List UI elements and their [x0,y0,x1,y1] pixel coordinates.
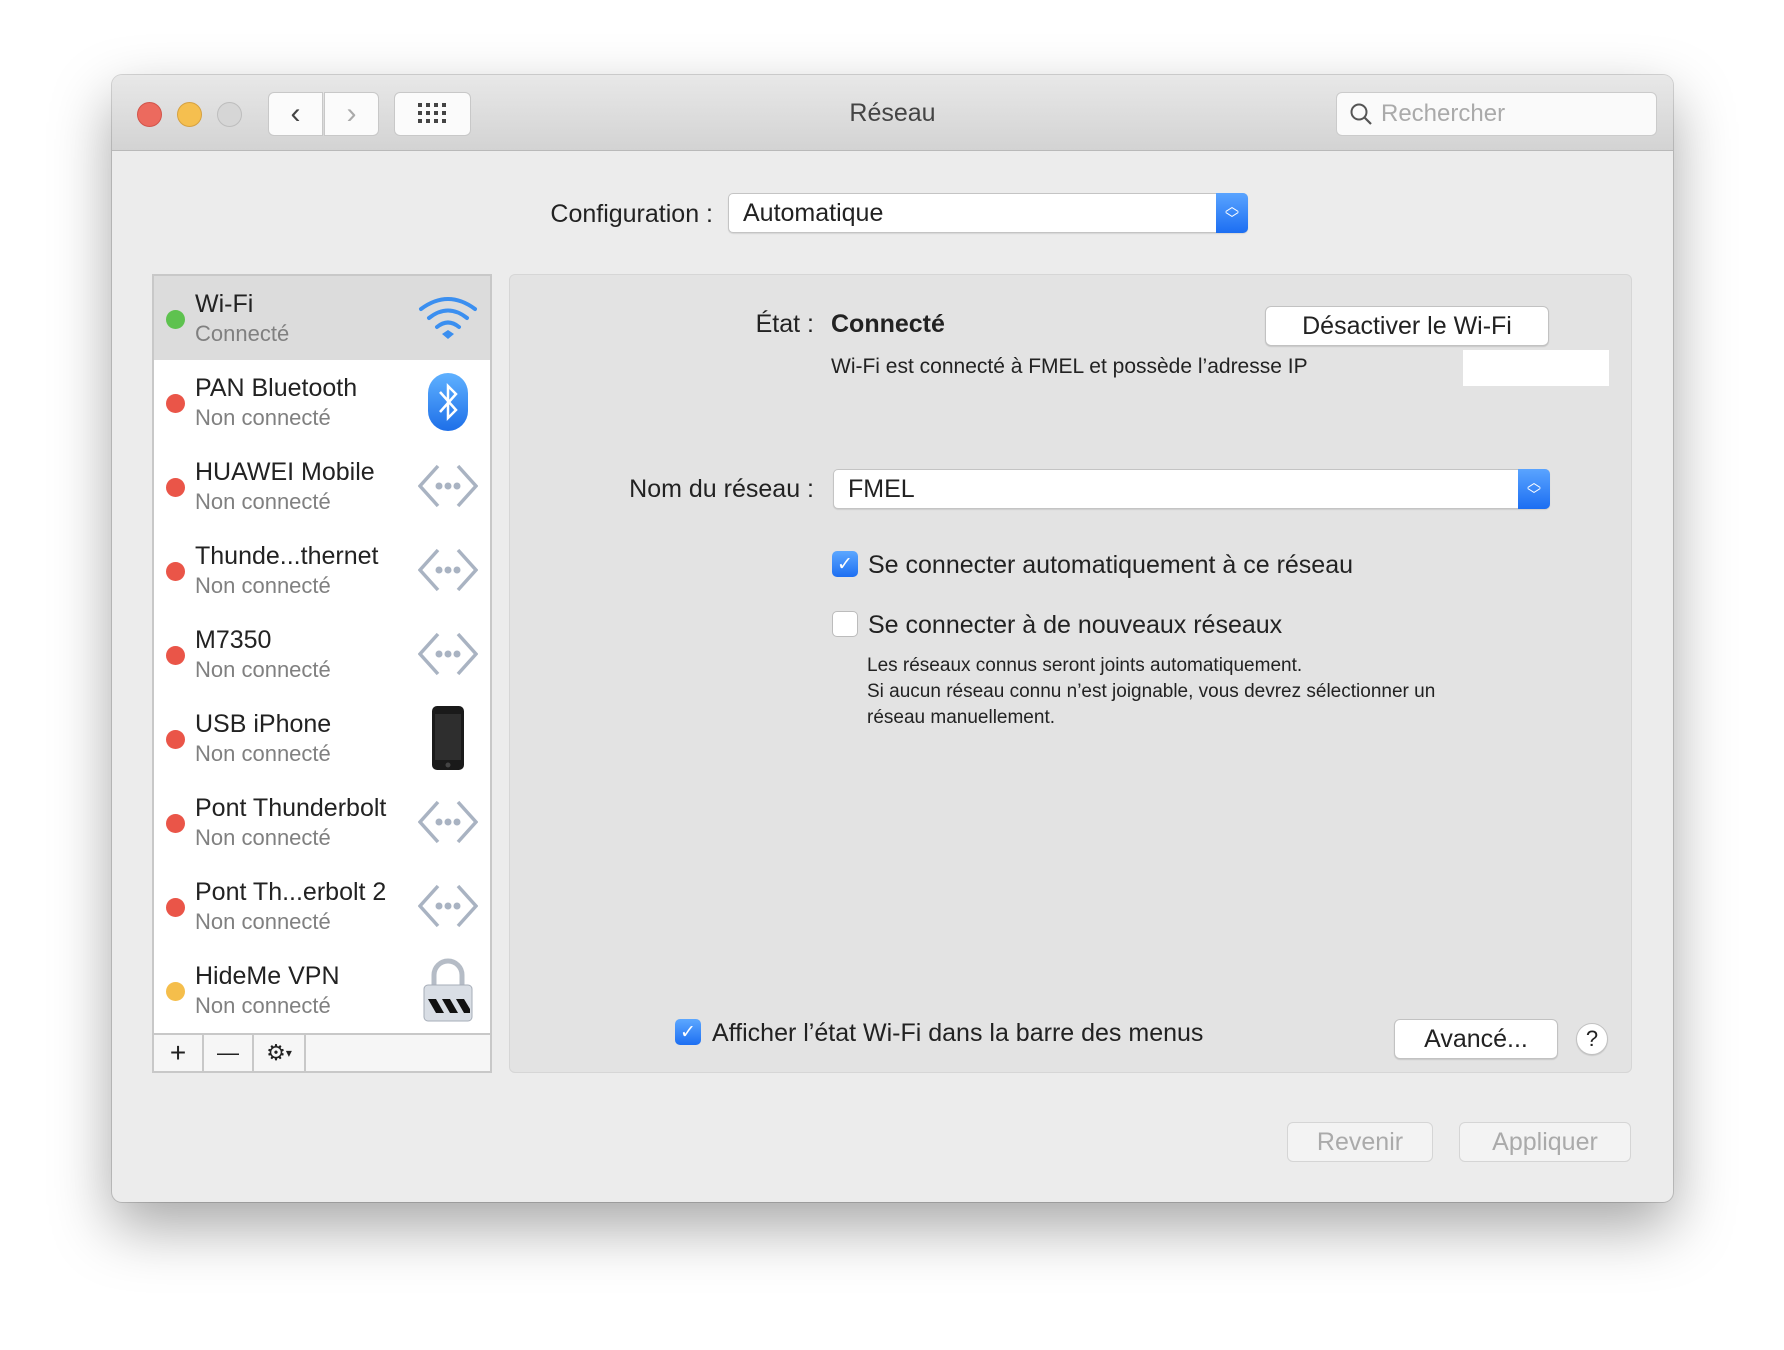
service-item-pont-thunderbolt[interactable]: Pont Thunderbolt Non connecté [154,780,490,864]
help-text-line: Si aucun réseau connu n’est joignable, v… [867,681,1436,702]
status-dot [166,646,185,665]
service-status: Non connecté [195,573,331,598]
network-name-label: Nom du réseau : [629,475,814,503]
vpn-lock-icon [416,958,480,1022]
status-dot [166,730,185,749]
ethernet-icon [416,538,480,602]
add-service-button[interactable]: + [154,1035,204,1071]
checkmark-icon: ✓ [680,1021,696,1043]
service-name: Pont Th...erbolt 2 [195,878,387,906]
service-item-hideme-vpn[interactable]: HideMe VPN Non connecté [154,948,490,1032]
search-icon [1350,103,1372,125]
service-item-usb-iphone[interactable]: USB iPhone Non connecté [154,696,490,780]
service-item-pan-bluetooth[interactable]: PAN Bluetooth Non connecté [154,360,490,444]
auto-join-checkbox[interactable]: ✓ [832,551,858,577]
ask-join-checkbox[interactable] [832,611,858,637]
service-status: Non connecté [195,489,331,514]
status-dot [166,394,185,413]
state-value: Connecté [831,310,945,338]
service-name: M7350 [195,626,272,654]
bluetooth-icon [416,370,480,434]
service-status: Connecté [195,321,290,346]
gear-icon: ⚙ [266,1040,286,1065]
status-dot [166,982,185,1001]
ip-address-redacted [1463,350,1609,386]
service-name: PAN Bluetooth [195,374,358,402]
show-menu-checkbox[interactable]: ✓ [675,1019,701,1045]
help-button[interactable]: ? [1576,1023,1608,1055]
minus-icon: — [217,1040,239,1065]
updown-chevron-icon: ︿ ﹀ [1518,469,1550,509]
service-name: USB iPhone [195,710,332,738]
wifi-icon [416,286,480,350]
ethernet-icon [416,874,480,938]
service-name: HUAWEI Mobile [195,458,375,486]
plus-icon: + [169,1037,187,1068]
ethernet-icon [416,454,480,518]
state-label: État : [755,310,814,338]
revert-button[interactable]: Revenir [1287,1122,1433,1162]
service-status: Non connecté [195,909,331,934]
service-item-m7350[interactable]: M7350 Non connecté [154,612,490,696]
title-bar: ‹ › Réseau Rechercher [112,75,1673,151]
status-dot [166,310,185,329]
checkmark-icon: ✓ [837,553,853,575]
updown-chevron-icon: ︿ ﹀ [1216,193,1248,233]
network-name-popup[interactable]: FMEL ︿ ﹀ [833,469,1550,509]
status-dot [166,478,185,497]
auto-join-label: Se connecter automatiquement à ce réseau [868,551,1354,579]
network-name-value: FMEL [848,474,915,503]
ask-join-label: Se connecter à de nouveaux réseaux [868,611,1283,639]
service-status: Non connecté [195,405,331,430]
remove-service-button[interactable]: — [204,1035,254,1071]
status-dot [166,814,185,833]
service-list-toolbar: + — ⚙ ▾ [154,1033,490,1071]
detail-panel: État : Connecté Désactiver le Wi-Fi Wi-F… [509,274,1632,1073]
chevron-down-icon: ▾ [285,1046,292,1060]
iphone-icon [416,706,480,770]
network-preferences-window: ‹ › Réseau Rechercher Configuration : Au… [112,75,1673,1202]
help-text-line: Les réseaux connus seront joints automat… [867,655,1303,676]
service-status: Non connecté [195,825,331,850]
service-item-huawei-mobile[interactable]: HUAWEI Mobile Non connecté [154,444,490,528]
connection-info: Wi-Fi est connecté à FMEL et possède l’a… [831,355,1308,378]
service-item-thunde-thernet[interactable]: Thunde...thernet Non connecté [154,528,490,612]
service-name: Pont Thunderbolt [195,794,387,822]
service-name: HideMe VPN [195,962,340,990]
service-status: Non connecté [195,993,331,1018]
show-menu-label: Afficher l’état Wi-Fi dans la barre des … [712,1019,1204,1047]
status-dot [166,562,185,581]
configuration-value: Automatique [743,198,884,227]
help-text-line: réseau manuellement. [867,707,1055,728]
service-status: Non connecté [195,657,331,682]
ethernet-icon [416,790,480,854]
service-status: Non connecté [195,741,331,766]
action-menu-button[interactable]: ⚙ ▾ [254,1035,306,1071]
status-dot [166,898,185,917]
service-item-wi-fi[interactable]: Wi-Fi Connecté [154,276,490,360]
service-name: Thunde...thernet [195,542,379,570]
toggle-wifi-button[interactable]: Désactiver le Wi-Fi [1265,306,1549,346]
apply-button[interactable]: Appliquer [1459,1122,1631,1162]
configuration-popup[interactable]: Automatique ︿ ﹀ [728,193,1248,233]
service-list: Wi-Fi Connecté PAN Bluetooth Non connect… [152,274,492,1073]
search-placeholder: Rechercher [1381,100,1506,127]
service-item-pont-th-erbolt-2[interactable]: Pont Th...erbolt 2 Non connecté [154,864,490,948]
ethernet-icon [416,622,480,686]
search-field[interactable]: Rechercher [1336,92,1657,136]
configuration-label: Configuration : [550,200,713,228]
service-name: Wi-Fi [195,290,254,318]
advanced-button[interactable]: Avancé... [1394,1019,1558,1059]
